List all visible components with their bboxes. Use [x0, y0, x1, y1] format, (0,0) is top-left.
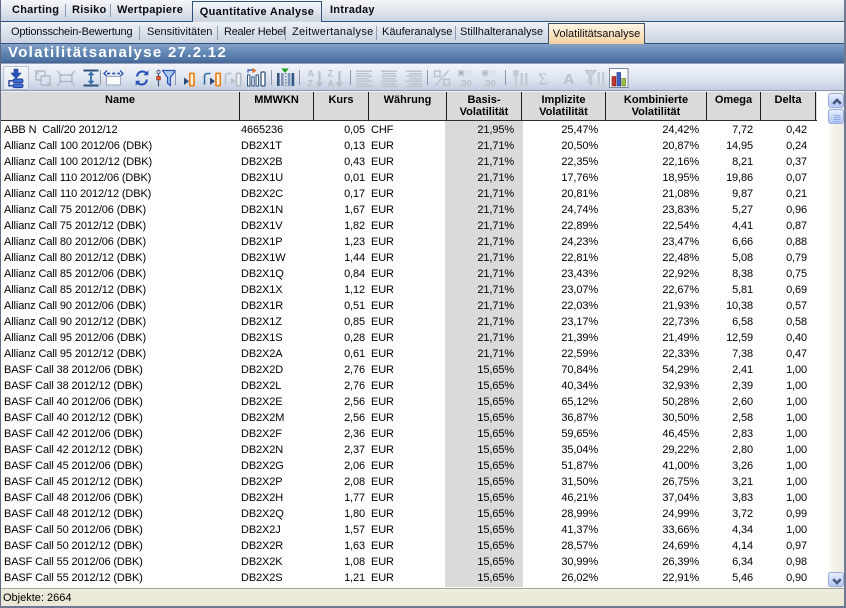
svg-text:Z: Z	[308, 79, 314, 89]
svg-text:A: A	[564, 71, 575, 88]
svg-text:.00: .00	[459, 79, 472, 90]
svg-text:.00: .00	[483, 79, 496, 90]
svg-text:A: A	[308, 69, 315, 79]
svg-text:A: A	[328, 79, 335, 89]
svg-text:Z: Z	[328, 69, 334, 79]
svg-text:Σ: Σ	[538, 70, 548, 89]
